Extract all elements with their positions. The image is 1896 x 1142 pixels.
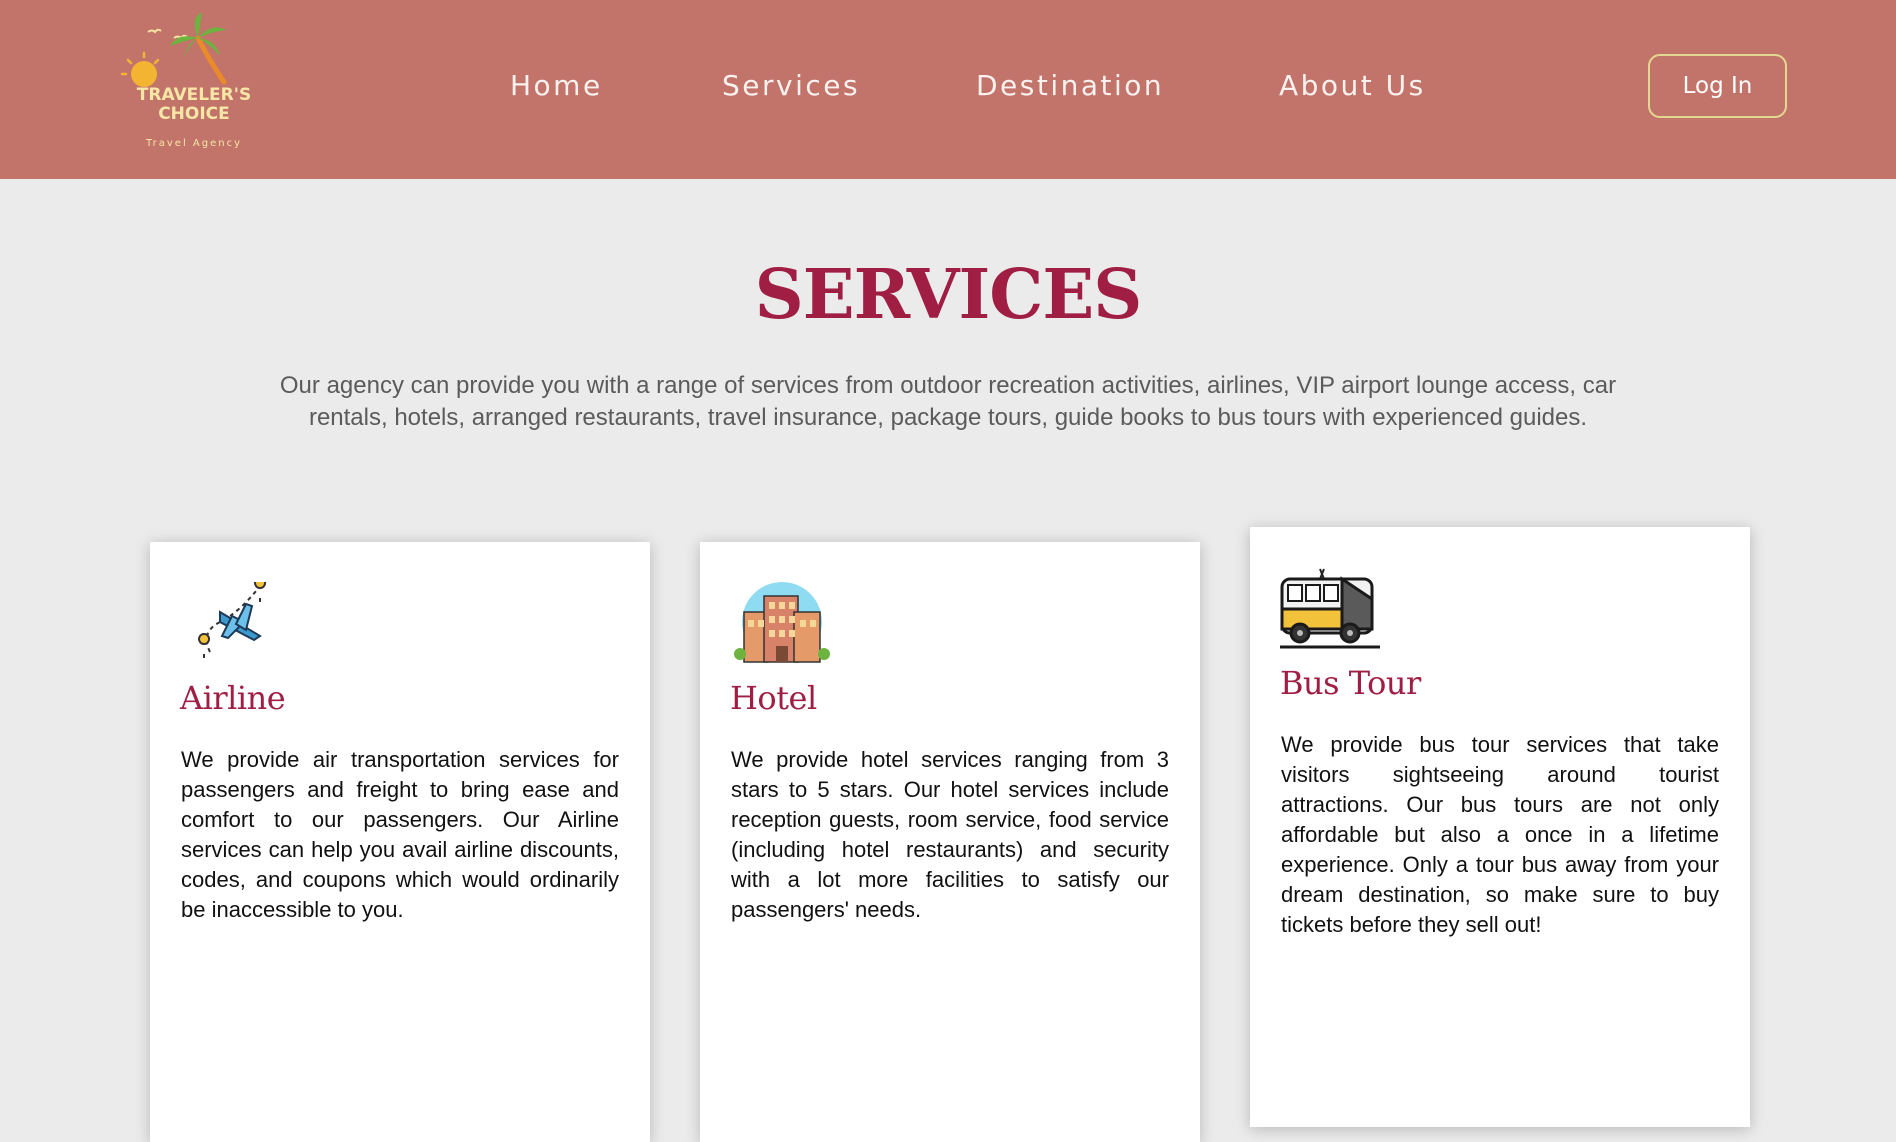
services-title: SERVICES [754,255,1143,335]
service-card-text: We provide bus tour services that take v… [1281,732,1719,937]
nav-services[interactable]: Services [722,66,860,106]
service-card-hotel: Hotel We provide hotel services ranging … [700,542,1200,1142]
bus-icon [1280,567,1384,651]
svg-text:TRAVELER'S: TRAVELER'S [137,85,251,105]
nav-about-us[interactable]: About Us [1279,66,1426,106]
svg-text:Travel Agency: Travel Agency [145,138,242,149]
services-intro: Our agency can provide you with a range … [279,372,1617,431]
svg-text:CHOICE: CHOICE [158,104,230,124]
airplane-icon [180,582,284,666]
service-card-bus-tour: Bus Tour We provide bus tour services th… [1250,527,1750,1127]
hotel-icon [730,582,834,666]
nav-home[interactable]: Home [510,66,603,106]
service-card-title: Hotel [730,679,817,717]
login-button[interactable]: Log In [1648,54,1787,118]
service-card-title: Airline [180,679,286,717]
site-header: TRAVELER'S CHOICE Travel Agency Home Ser… [0,0,1896,179]
palm-tree-logo-icon: TRAVELER'S CHOICE Travel Agency [120,12,251,149]
service-card-text: We provide air transportation services f… [181,747,619,922]
brand-logo[interactable]: TRAVELER'S CHOICE Travel Agency [118,8,268,158]
service-card-text: We provide hotel services ranging from 3… [731,747,1169,922]
service-card-title: Bus Tour [1280,664,1421,702]
nav-destination[interactable]: Destination [976,66,1164,106]
service-card-airline: Airline We provide air transportation se… [150,542,650,1142]
